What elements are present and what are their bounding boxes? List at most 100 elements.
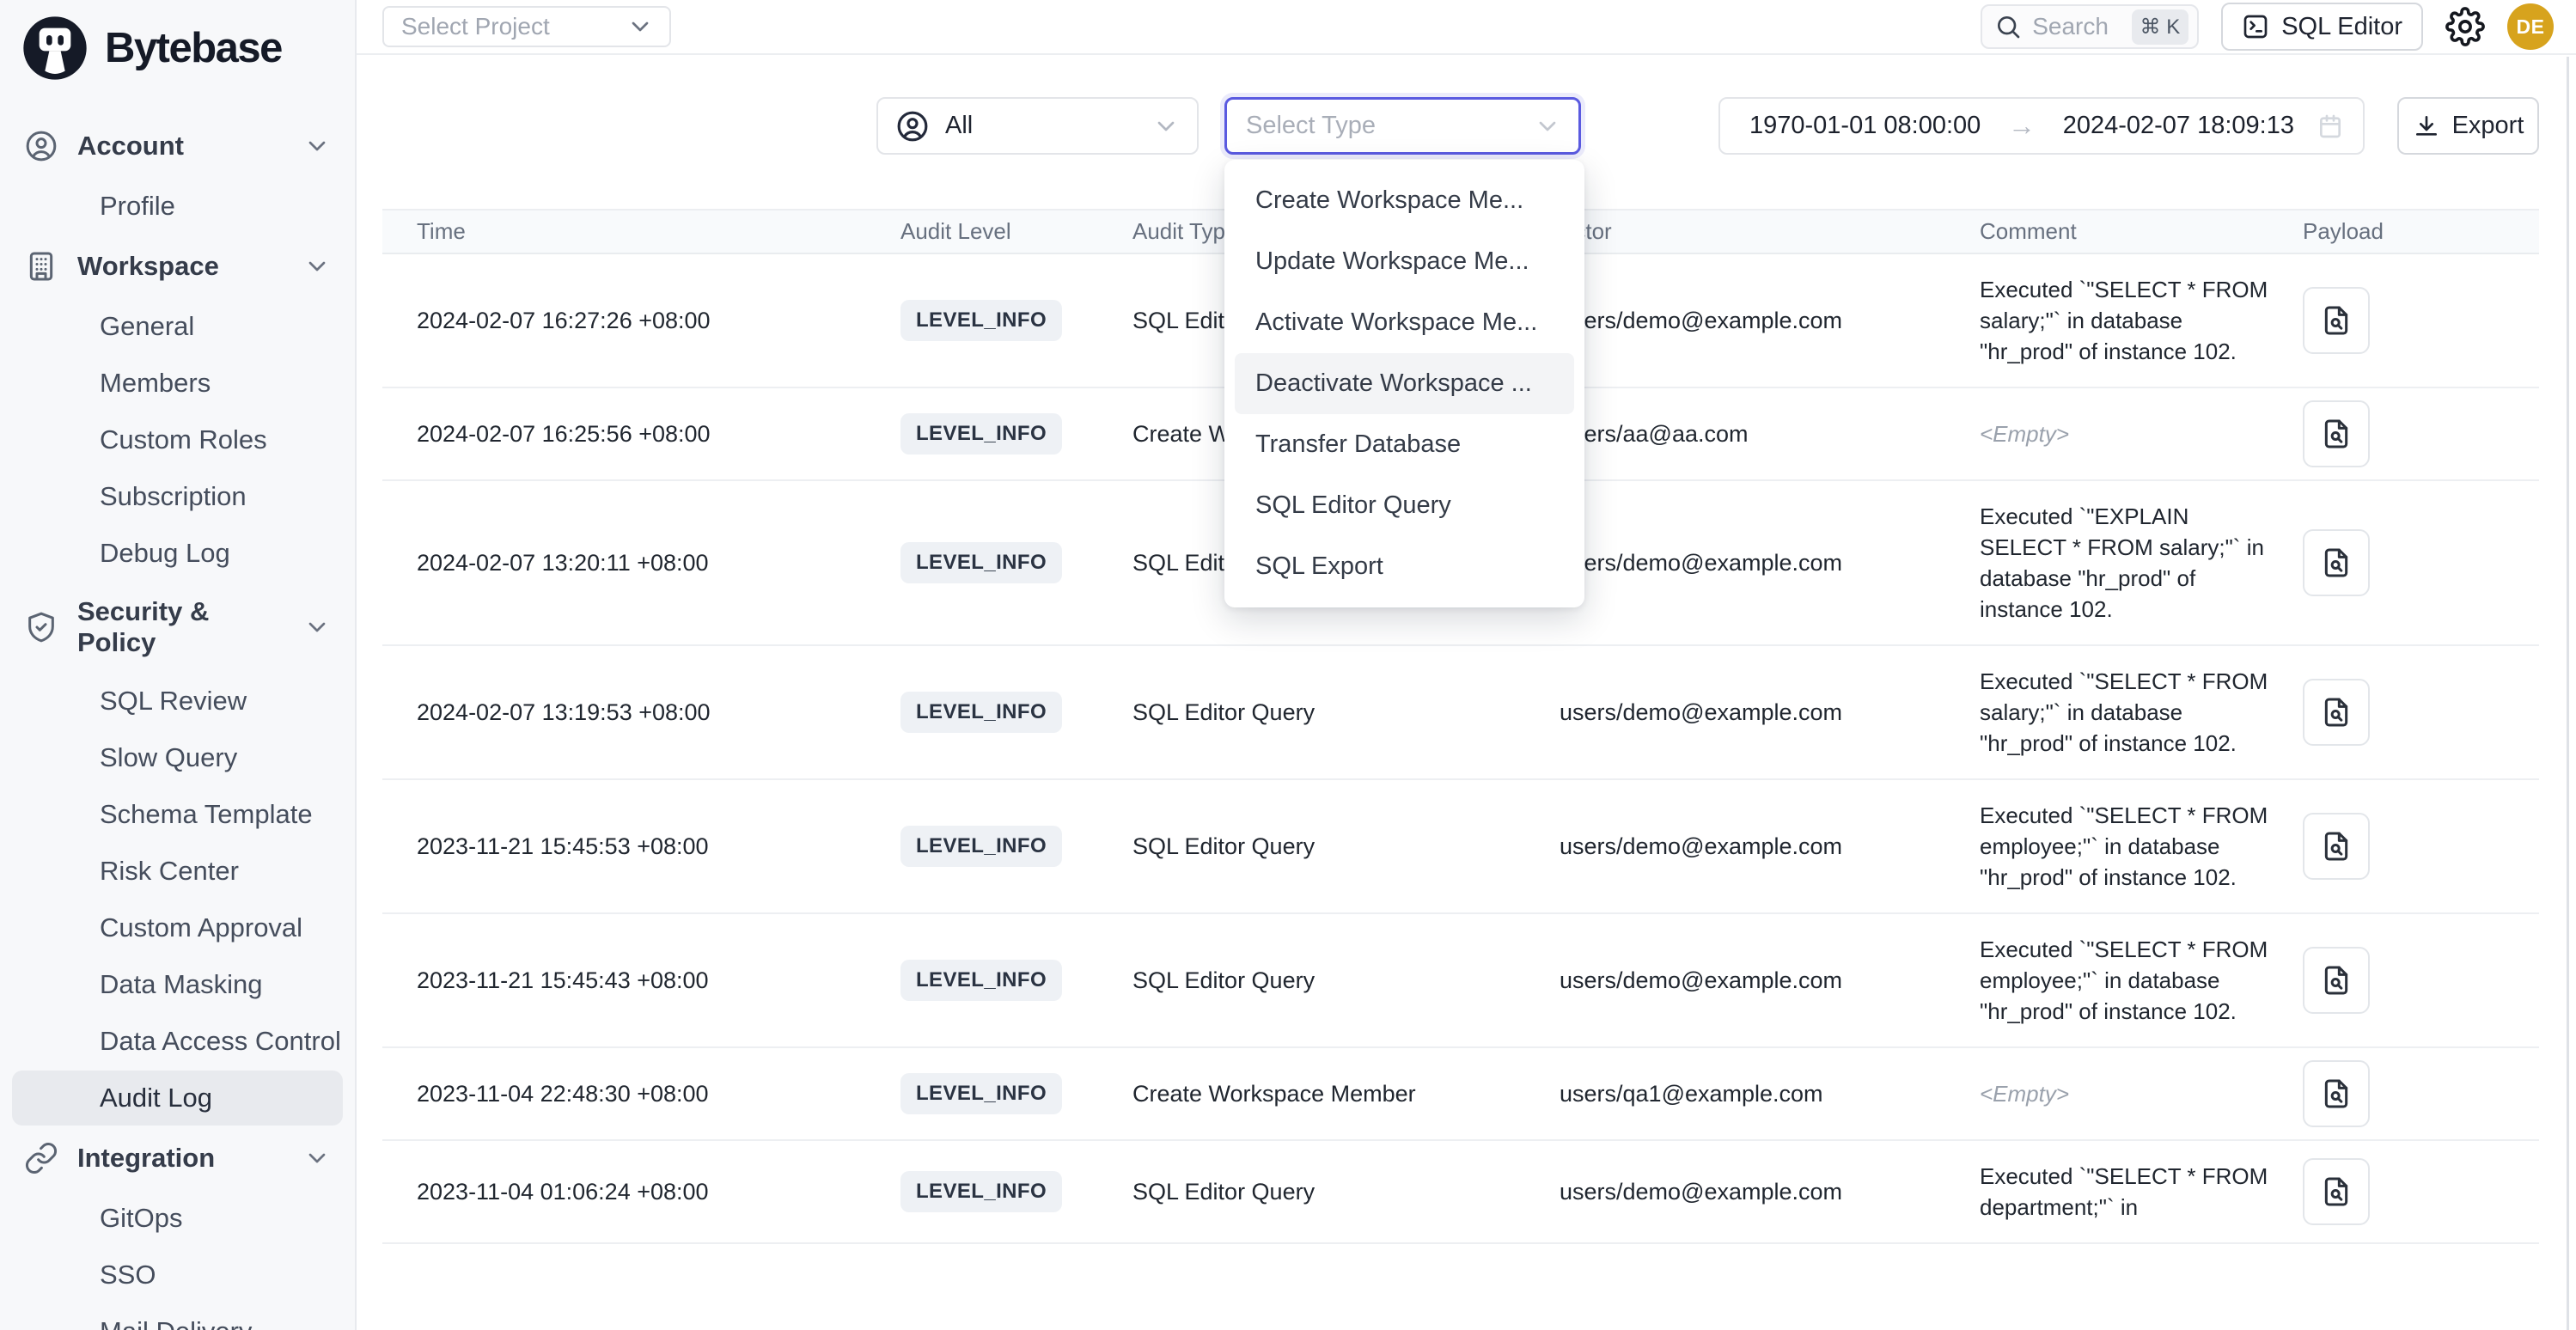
chevron-down-icon — [303, 253, 331, 280]
cell-comment: <Empty> — [1980, 418, 2303, 449]
cell-actor: users/demo@example.com — [1560, 833, 1980, 860]
type-filter-placeholder: Select Type — [1246, 112, 1534, 140]
chevron-down-icon — [303, 613, 331, 641]
type-menu-item-activate-workspace-me[interactable]: Activate Workspace Me... — [1235, 292, 1574, 353]
date-range-picker[interactable]: 1970-01-01 08:00:00 → 2024-02-07 18:09:1… — [1718, 97, 2365, 155]
user-circle-icon — [24, 129, 58, 163]
cell-actor: users/demo@example.com — [1560, 308, 1980, 334]
payload-view-button[interactable] — [2303, 813, 2370, 880]
cell-comment: Executed `"SELECT * FROM salary;"` in da… — [1980, 254, 2303, 387]
type-menu-item-update-workspace-me[interactable]: Update Workspace Me... — [1235, 231, 1574, 292]
scrollbar[interactable] — [2567, 57, 2569, 1330]
file-search-icon — [2319, 546, 2353, 580]
sidebar-item-sql-review[interactable]: SQL Review — [12, 674, 343, 729]
cell-time: 2023-11-04 22:48:30 +08:00 — [417, 1081, 900, 1107]
calendar-icon — [2317, 113, 2344, 140]
chevron-down-icon — [303, 132, 331, 160]
cell-audit-level: LEVEL_INFO — [900, 960, 1132, 1001]
actor-filter-dropdown[interactable]: All — [876, 97, 1199, 155]
type-menu-item-deactivate-workspace[interactable]: Deactivate Workspace ... — [1235, 353, 1574, 414]
chevron-down-icon — [1534, 113, 1561, 140]
sidebar-item-members[interactable]: Members — [12, 356, 343, 411]
sidebar-group-workspace[interactable]: Workspace — [12, 235, 343, 297]
type-menu-item-sql-export[interactable]: SQL Export — [1235, 536, 1574, 597]
bytebase-logo[interactable]: Bytebase — [0, 0, 355, 91]
gear-icon[interactable] — [2445, 7, 2485, 46]
search-input[interactable]: Search ⌘ K — [1981, 4, 2199, 49]
export-button[interactable]: Export — [2397, 97, 2539, 155]
sidebar-item-data-access-control[interactable]: Data Access Control — [12, 1014, 343, 1069]
sidebar-item-mail-delivery[interactable]: Mail Delivery — [12, 1304, 343, 1330]
cell-audit-level: LEVEL_INFO — [900, 542, 1132, 583]
payload-view-button[interactable] — [2303, 529, 2370, 596]
payload-view-button[interactable] — [2303, 679, 2370, 746]
select-project-dropdown[interactable]: Select Project — [382, 6, 671, 47]
cell-time: 2023-11-04 01:06:24 +08:00 — [417, 1179, 900, 1205]
table-row: 2023-11-21 15:45:53 +08:00 LEVEL_INFO SQ… — [382, 780, 2539, 914]
file-search-icon — [2319, 963, 2353, 998]
type-menu-item-sql-editor-query[interactable]: SQL Editor Query — [1235, 475, 1574, 536]
file-search-icon — [2319, 1077, 2353, 1111]
cell-payload — [2303, 388, 2539, 479]
payload-view-button[interactable] — [2303, 947, 2370, 1014]
file-search-icon — [2319, 695, 2353, 729]
sidebar-item-data-masking[interactable]: Data Masking — [12, 957, 343, 1012]
table-row: 2024-02-07 13:19:53 +08:00 LEVEL_INFO SQ… — [382, 646, 2539, 780]
table-row: 2023-11-21 15:45:43 +08:00 LEVEL_INFO SQ… — [382, 914, 2539, 1048]
actor-filter-value: All — [945, 112, 1137, 140]
sidebar-group-integration[interactable]: Integration — [12, 1127, 343, 1189]
sidebar-item-general[interactable]: General — [12, 299, 343, 354]
sidebar-item-sso[interactable]: SSO — [12, 1248, 343, 1303]
cell-comment: Executed `"SELECT * FROM employee;"` in … — [1980, 914, 2303, 1046]
logo-text: Bytebase — [105, 24, 282, 72]
date-to: 2024-02-07 18:09:13 — [2063, 112, 2294, 140]
sidebar-nav: Account Profile Workspace General Member… — [0, 91, 355, 1330]
sidebar-item-slow-query[interactable]: Slow Query — [12, 730, 343, 785]
sidebar-item-schema-template[interactable]: Schema Template — [12, 787, 343, 842]
date-from: 1970-01-01 08:00:00 — [1749, 112, 1981, 140]
sql-editor-button[interactable]: SQL Editor — [2221, 3, 2423, 51]
select-project-placeholder: Select Project — [401, 13, 550, 40]
payload-view-button[interactable] — [2303, 400, 2370, 467]
cell-audit-level: LEVEL_INFO — [900, 413, 1132, 455]
sidebar-item-gitops[interactable]: GitOps — [12, 1191, 343, 1246]
topbar-right: Search ⌘ K SQL Editor DE — [1981, 3, 2554, 51]
cell-payload — [2303, 935, 2539, 1026]
payload-view-button[interactable] — [2303, 1158, 2370, 1225]
sidebar-item-subscription[interactable]: Subscription — [12, 469, 343, 524]
type-menu-item-transfer-database[interactable]: Transfer Database — [1235, 414, 1574, 475]
table-row: 2023-11-04 22:48:30 +08:00 LEVEL_INFO Cr… — [382, 1048, 2539, 1141]
cell-comment: Executed `"SELECT * FROM employee;"` in … — [1980, 780, 2303, 912]
sidebar-item-custom-approval[interactable]: Custom Approval — [12, 900, 343, 955]
sidebar-item-custom-roles[interactable]: Custom Roles — [12, 412, 343, 467]
main-area: Select Project Search ⌘ K SQL — [357, 0, 2576, 1330]
level-badge: LEVEL_INFO — [900, 1171, 1062, 1212]
type-menu-item-create-workspace-me[interactable]: Create Workspace Me... — [1235, 170, 1574, 231]
building-icon — [24, 249, 58, 284]
cell-audit-level: LEVEL_INFO — [900, 1073, 1132, 1114]
cell-audit-level: LEVEL_INFO — [900, 692, 1132, 733]
topbar: Select Project Search ⌘ K SQL — [357, 0, 2576, 55]
payload-view-button[interactable] — [2303, 287, 2370, 354]
sidebar-group-account[interactable]: Account — [12, 115, 343, 177]
sidebar-item-debug-log[interactable]: Debug Log — [12, 526, 343, 581]
cell-audit-type: SQL Editor Query — [1132, 1179, 1560, 1205]
user-avatar[interactable]: DE — [2507, 3, 2554, 50]
cell-time: 2023-11-21 15:45:43 +08:00 — [417, 967, 900, 994]
sidebar-group-security-policy[interactable]: Security & Policy — [12, 583, 343, 672]
level-badge: LEVEL_INFO — [900, 413, 1062, 455]
column-header-comment: Comment — [1980, 218, 2303, 245]
cell-time: 2024-02-07 16:27:26 +08:00 — [417, 308, 900, 334]
payload-view-button[interactable] — [2303, 1060, 2370, 1127]
cell-comment: Executed `"SELECT * FROM salary;"` in da… — [1980, 646, 2303, 778]
cell-actor: users/demo@example.com — [1560, 699, 1980, 726]
shield-check-icon — [24, 610, 58, 644]
cell-comment: Executed `"SELECT * FROM department;"` i… — [1980, 1141, 2303, 1242]
type-filter-dropdown[interactable]: Select Type — [1224, 97, 1581, 155]
cell-payload — [2303, 275, 2539, 366]
sidebar-item-risk-center[interactable]: Risk Center — [12, 844, 343, 899]
cell-actor: users/demo@example.com — [1560, 1179, 1980, 1205]
cell-comment: <Empty> — [1980, 1078, 2303, 1109]
sidebar-item-audit-log[interactable]: Audit Log — [12, 1071, 343, 1126]
sidebar-item-profile[interactable]: Profile — [12, 179, 343, 234]
